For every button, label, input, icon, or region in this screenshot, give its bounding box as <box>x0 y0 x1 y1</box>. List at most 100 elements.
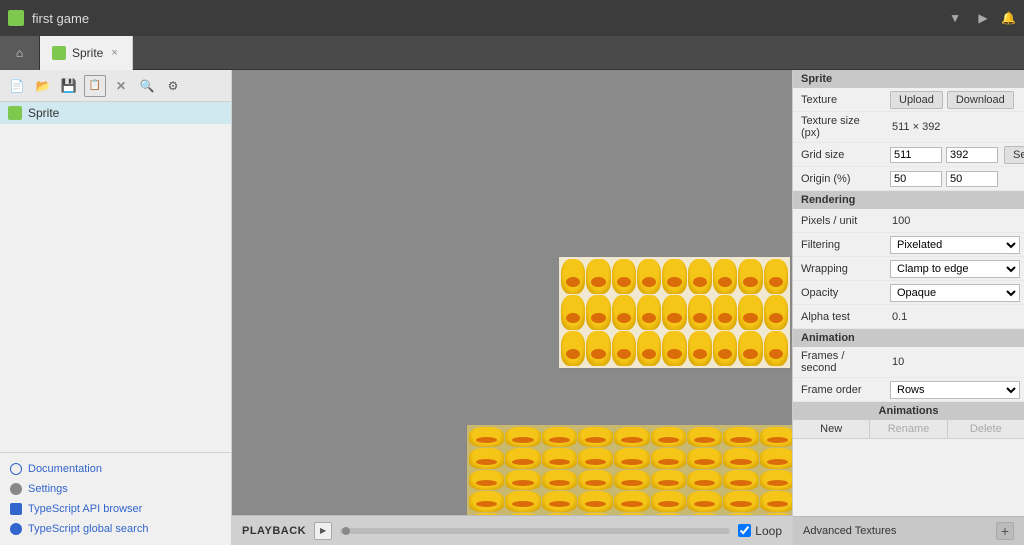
sprite-cell <box>723 470 758 490</box>
sprite-cell <box>662 331 686 366</box>
filter-button[interactable]: ⚙ <box>162 75 184 97</box>
sprite-cell <box>688 295 712 330</box>
sprite-cell <box>542 491 577 511</box>
anim-rename-button[interactable]: Rename <box>870 420 947 438</box>
sprite-cell <box>738 295 762 330</box>
anim-delete-button[interactable]: Delete <box>948 420 1024 438</box>
sprite-cell <box>764 295 788 330</box>
sprite-cell <box>651 427 686 447</box>
sprite-cell <box>760 427 792 447</box>
playback-label: PLAYBACK <box>242 525 306 537</box>
upload-button[interactable]: Upload <box>890 91 943 109</box>
sprite-cell <box>688 331 712 366</box>
grid-width-input[interactable] <box>890 147 942 163</box>
pixels-unit-row: Pixels / unit 100 <box>793 209 1024 233</box>
minimize-button[interactable]: ▼ <box>945 8 965 28</box>
sprite-cell <box>764 259 788 294</box>
typescript-global-link[interactable]: TypeScript global search <box>0 519 231 539</box>
grid-height-input[interactable] <box>946 147 998 163</box>
loop-checkbox[interactable] <box>738 524 751 537</box>
documentation-icon <box>10 463 22 475</box>
sprite-cell <box>687 470 722 490</box>
origin-label: Origin (%) <box>793 170 888 188</box>
sprite-cell <box>469 448 504 468</box>
sprite-sheet-top <box>559 257 790 368</box>
sprite-cell <box>651 491 686 511</box>
alpha-test-value: 0.1 <box>888 309 1024 325</box>
maximize-button[interactable]: ▶ <box>973 8 993 28</box>
animations-subheader: Animations <box>793 402 1024 420</box>
animation-buttons-row: New Rename Delete <box>793 420 1024 439</box>
settings-link[interactable]: Settings <box>0 479 231 499</box>
advanced-textures-add-button[interactable]: + <box>996 522 1014 540</box>
origin-y-input[interactable] <box>946 171 998 187</box>
playback-progress[interactable] <box>340 528 730 534</box>
sprite-cell <box>713 331 737 366</box>
sprite-preview-top <box>557 255 792 370</box>
sprite-cell <box>760 491 792 511</box>
frame-order-row: Frame order Rows Columns <box>793 378 1024 402</box>
wrapping-label: Wrapping <box>793 260 888 278</box>
frames-per-sec-value: 10 <box>888 354 1024 370</box>
wrapping-select[interactable]: Clamp to edge Repeat Mirror <box>890 260 1020 278</box>
sprite-cell <box>662 259 686 294</box>
sprite-cell <box>688 259 712 294</box>
sprite-cell <box>505 491 540 511</box>
tab-close-button[interactable]: × <box>109 45 119 61</box>
sprite-cell <box>469 427 504 447</box>
sprite-section-header: Sprite <box>793 70 1024 88</box>
sprite-cell <box>505 427 540 447</box>
pixels-unit-value: 100 <box>888 213 1024 229</box>
setup-button[interactable]: Setup <box>1004 146 1024 164</box>
sidebar-footer: Documentation Settings TypeScript API br… <box>0 452 231 545</box>
search-button[interactable]: 🔍 <box>136 75 158 97</box>
grid-size-label: Grid size <box>793 146 888 164</box>
opacity-label: Opacity <box>793 284 888 302</box>
documentation-link[interactable]: Documentation <box>0 459 231 479</box>
app-icon <box>8 10 24 26</box>
frame-order-select[interactable]: Rows Columns <box>890 381 1020 399</box>
origin-row: Origin (%) <box>793 167 1024 191</box>
save-as-button[interactable]: 📋 <box>84 75 106 97</box>
playback-bar: PLAYBACK Loop <box>232 515 792 545</box>
play-button[interactable] <box>314 522 332 540</box>
sprite-cell <box>586 259 610 294</box>
sprite-cell <box>614 427 649 447</box>
open-button[interactable]: 📂 <box>32 75 54 97</box>
sprite-tab[interactable]: Sprite × <box>40 36 133 70</box>
texture-size-row: Texture size (px) 511 × 392 <box>793 112 1024 143</box>
sprite-cell <box>687 448 722 468</box>
home-button[interactable]: ⌂ <box>0 36 40 70</box>
filtering-select[interactable]: Pixelated Linear Nearest <box>890 236 1020 254</box>
sprite-cell <box>738 331 762 366</box>
new-file-button[interactable]: 📄 <box>6 75 28 97</box>
tab-icon <box>52 46 66 60</box>
sprite-cell <box>542 427 577 447</box>
sprite-cell <box>469 470 504 490</box>
sprite-cell <box>578 448 613 468</box>
origin-x-input[interactable] <box>890 171 942 187</box>
loop-checkbox-container[interactable]: Loop <box>738 524 782 538</box>
advanced-textures-label: Advanced Textures <box>803 525 896 537</box>
download-button[interactable]: Download <box>947 91 1014 109</box>
opacity-select[interactable]: Opaque Transparent <box>890 284 1020 302</box>
anim-new-button[interactable]: New <box>793 420 870 438</box>
sprite-cell <box>614 470 649 490</box>
settings-icon <box>10 483 22 495</box>
typescript-api-link[interactable]: TypeScript API browser <box>0 499 231 519</box>
delete-button[interactable]: ✕ <box>110 75 132 97</box>
sprite-cell <box>713 259 737 294</box>
main-area: 📄 📂 💾 📋 ✕ 🔍 ⚙ Sprite Documentation Setti… <box>0 70 1024 545</box>
sprite-cell <box>764 331 788 366</box>
sidebar-toolbar: 📄 📂 💾 📋 ✕ 🔍 ⚙ <box>0 70 231 102</box>
texture-buttons: Upload Download <box>888 89 1016 111</box>
sprite-item-icon <box>8 106 22 120</box>
grid-size-row: Grid size Setup <box>793 143 1024 167</box>
save-button[interactable]: 💾 <box>58 75 80 97</box>
sprite-cell <box>505 448 540 468</box>
sidebar-item-sprite[interactable]: Sprite <box>0 102 231 124</box>
texture-label: Texture <box>793 91 888 109</box>
sprite-cell <box>561 295 585 330</box>
notification-icon[interactable]: 🔔 <box>1001 11 1016 25</box>
sprite-cell <box>586 295 610 330</box>
